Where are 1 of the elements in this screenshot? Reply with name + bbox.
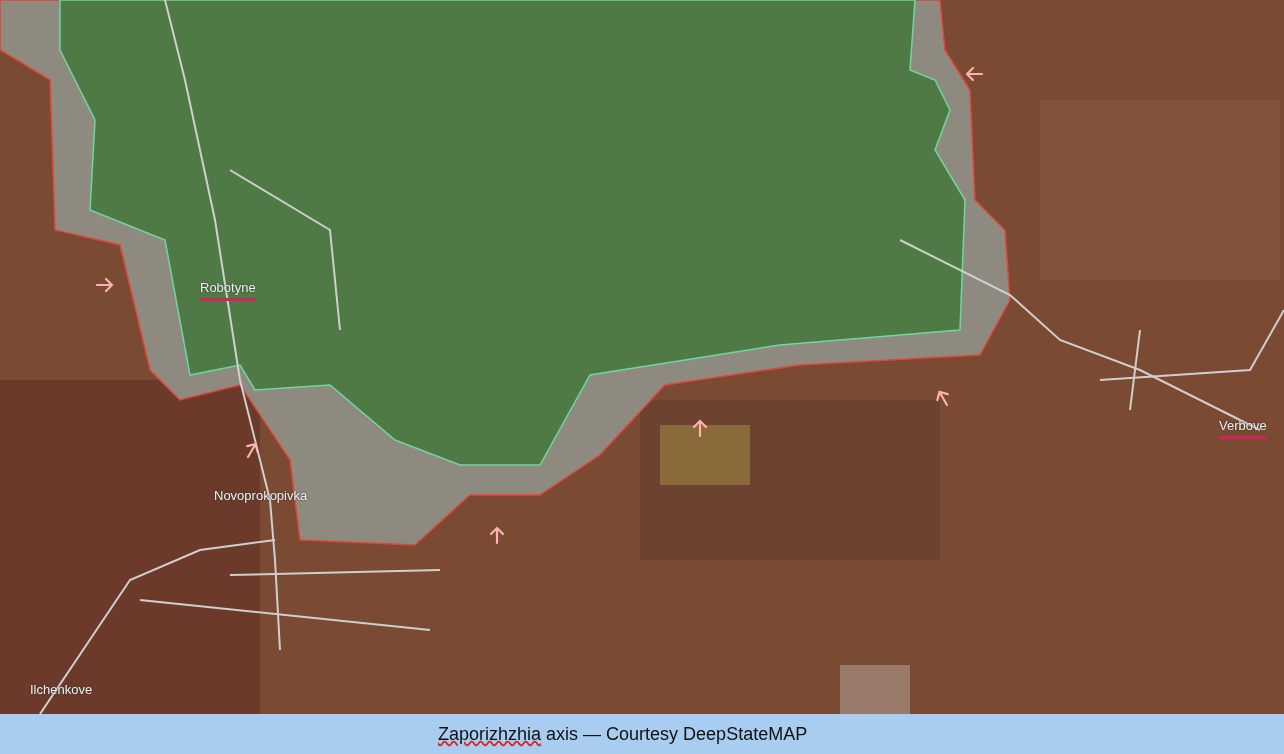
- map-caption: Zaporizhzhia axis — Courtesy DeepStateMAP: [438, 723, 808, 745]
